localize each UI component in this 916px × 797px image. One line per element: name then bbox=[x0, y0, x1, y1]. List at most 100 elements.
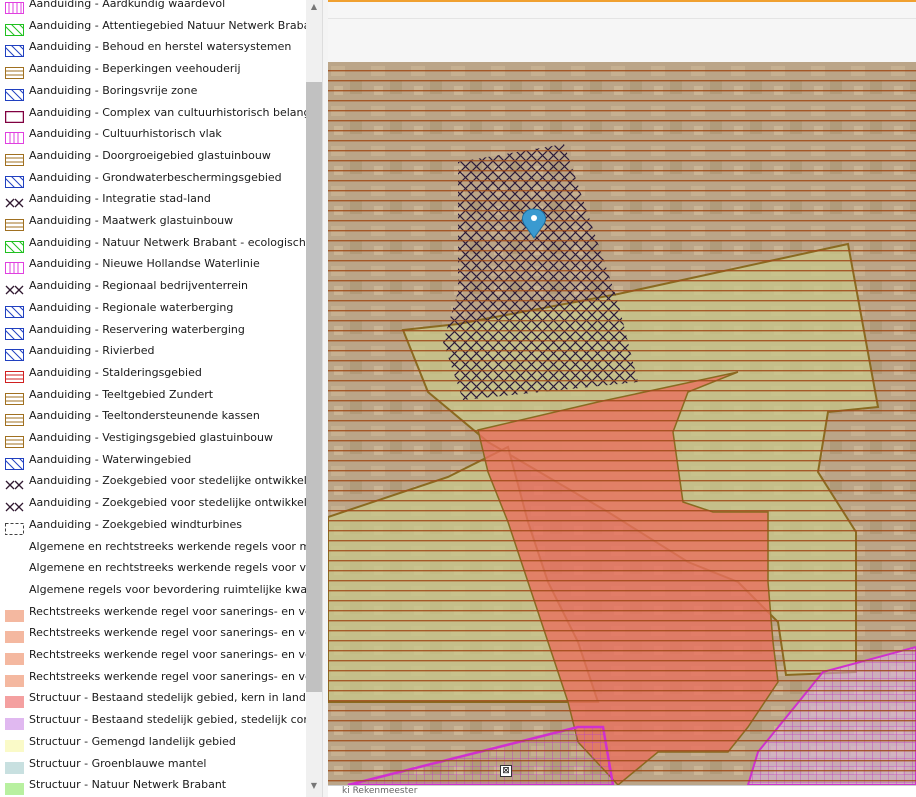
legend-item-label: Structuur - Groenblauwe mantel bbox=[29, 756, 207, 770]
legend-item[interactable]: Aanduiding - Regionaal bedrijventerrein bbox=[0, 276, 306, 298]
legend-symbol-icon bbox=[5, 759, 24, 774]
legend-item-label: Rechtstreeks werkende regel voor sanerin… bbox=[29, 669, 306, 683]
legend-item-label: Aanduiding - Grondwaterbeschermingsgebie… bbox=[29, 170, 282, 184]
legend-item[interactable]: Aanduiding - Waterwingebied bbox=[0, 450, 306, 472]
legend-symbol-icon bbox=[5, 693, 24, 709]
legend-item[interactable]: Aanduiding - Vestigingsgebied glastuinbo… bbox=[0, 428, 306, 450]
legend-item-label: Aanduiding - Teeltondersteunende kassen bbox=[29, 409, 260, 423]
legend-item[interactable]: Structuur - Bestaand stedelijk gebied, k… bbox=[0, 688, 306, 710]
legend-item-label: Structuur - Natuur Netwerk Brabant bbox=[29, 778, 227, 792]
legend-item[interactable]: Structuur - Groenblauwe mantel bbox=[0, 754, 306, 776]
legend-item-label: Algemene regels voor bevordering ruimtel… bbox=[29, 582, 306, 596]
legend-item[interactable]: Aanduiding - Beperkingen veehouderij bbox=[0, 59, 306, 81]
legend-symbol-icon bbox=[5, 194, 24, 208]
legend-item[interactable]: Aanduiding - Cultuurhistorisch vlak bbox=[0, 124, 306, 146]
legend-item[interactable]: Aanduiding - Grondwaterbeschermingsgebie… bbox=[0, 168, 306, 190]
legend-item-label: Algemene en rechtstreeks werkende regels… bbox=[29, 561, 306, 575]
legend-symbol-icon bbox=[5, 433, 24, 448]
legend-symbol-icon bbox=[5, 390, 24, 405]
legend-item[interactable]: Aanduiding - Maatwerk glastuinbouw bbox=[0, 211, 306, 233]
legend-item-label: Aanduiding - Stalderingsgebied bbox=[29, 365, 202, 379]
legend-symbol-icon bbox=[5, 563, 24, 575]
legend-item[interactable]: Rechtstreeks werkende regel voor sanerin… bbox=[0, 623, 306, 645]
legend-item-label: Aanduiding - Doorgroeigebied glastuinbou… bbox=[29, 148, 271, 162]
legend-symbol-icon bbox=[5, 780, 24, 796]
legend-item[interactable]: Aanduiding - Zoekgebied voor stedelijke … bbox=[0, 493, 306, 515]
legend-item-label: Aanduiding - Vestigingsgebied glastuinbo… bbox=[29, 431, 274, 444]
legend-item-label: Structuur - Bestaand stedelijk gebied, s… bbox=[29, 713, 306, 727]
legend-item-label: Structuur - Gemengd landelijk gebied bbox=[29, 734, 236, 748]
legend-item-label: Aanduiding - Zoekgebied voor stedelijke … bbox=[29, 474, 306, 488]
legend-item[interactable]: Aanduiding - Complex van cultuurhistoris… bbox=[0, 103, 306, 125]
legend-symbol-icon bbox=[5, 607, 24, 622]
scroll-up-arrow-icon[interactable]: ▲ bbox=[306, 0, 322, 14]
legend-item[interactable]: Structuur - Gemengd landelijk gebied bbox=[0, 732, 306, 754]
scroll-down-arrow-icon[interactable]: ▼ bbox=[306, 779, 322, 793]
legend-item[interactable]: Algemene regels voor bevordering ruimtel… bbox=[0, 580, 306, 602]
legend-item-label: Aanduiding - Nieuwe Hollandse Waterlinie bbox=[29, 257, 260, 271]
legend-item-label: Rechtstreeks werkende regel voor sanerin… bbox=[29, 626, 306, 640]
legend-item[interactable]: Aanduiding - Zoekgebied windturbines bbox=[0, 515, 306, 537]
scale-toggle-icon[interactable]: ⊠ bbox=[500, 765, 512, 777]
legend-symbol-icon bbox=[5, 368, 24, 383]
legend-item-label: Aanduiding - Beperkingen veehouderij bbox=[29, 62, 241, 76]
legend-item[interactable]: Aanduiding - Rivierbed bbox=[0, 341, 306, 363]
legend-symbol-icon bbox=[5, 737, 24, 752]
legend-item[interactable]: Aanduiding - Natuur Netwerk Brabant - ec… bbox=[0, 233, 306, 255]
legend-item[interactable]: Aanduiding - Teeltgebied Zundert bbox=[0, 385, 306, 407]
legend-symbol-icon bbox=[5, 628, 24, 644]
legend-item[interactable]: Aanduiding - Reservering waterberging bbox=[0, 320, 306, 342]
legend-item[interactable]: Algemene en rechtstreeks werkende regels… bbox=[0, 558, 306, 580]
legend-item[interactable]: Aanduiding - Teeltondersteunende kassen bbox=[0, 406, 306, 428]
legend-symbol-icon bbox=[4, 455, 25, 471]
legend-symbol-icon bbox=[5, 542, 24, 554]
legend-item[interactable]: Aanduiding - Integratie stad-land bbox=[0, 189, 306, 211]
legend-item[interactable]: Rechtstreeks werkende regel voor sanerin… bbox=[0, 667, 306, 689]
legend-item[interactable]: Algemene en rechtstreeks werkende regels… bbox=[0, 537, 306, 559]
map-view[interactable]: ⊠ ki Rekenmeester bbox=[328, 0, 916, 797]
legend-symbol-icon bbox=[4, 21, 25, 37]
legend-item[interactable]: Aanduiding - Stalderingsgebied bbox=[0, 363, 306, 385]
legend-item-label: Aanduiding - Cultuurhistorisch vlak bbox=[29, 127, 222, 141]
map-footer-text: ki Rekenmeester bbox=[342, 786, 418, 796]
legend-item-label: Aanduiding - Regionale waterberging bbox=[29, 300, 234, 314]
legend-symbol-icon bbox=[4, 346, 25, 362]
legend-item-label: Aanduiding - Integratie stad-land bbox=[29, 192, 211, 206]
legend-item[interactable]: Rechtstreeks werkende regel voor sanerin… bbox=[0, 645, 306, 667]
legend-item-label: Algemene en rechtstreeks werkende regels… bbox=[29, 539, 306, 553]
legend-item[interactable]: Aanduiding - Boringsvrije zone bbox=[0, 81, 306, 103]
legend-item[interactable]: Aanduiding - Zoekgebied voor stedelijke … bbox=[0, 471, 306, 493]
legend-symbol-icon bbox=[5, 216, 24, 231]
legend-item-label: Aanduiding - Aardkundig waardevol bbox=[29, 0, 226, 10]
legend-item-label: Aanduiding - Attentiegebied Natuur Netwe… bbox=[29, 18, 306, 32]
legend-item[interactable]: Aanduiding - Attentiegebied Natuur Netwe… bbox=[0, 16, 306, 38]
legend-item[interactable]: Aanduiding - Regionale waterberging bbox=[0, 298, 306, 320]
legend-symbol-icon bbox=[5, 281, 24, 295]
legend-item-label: Aanduiding - Reservering waterberging bbox=[29, 322, 245, 336]
map-pin-dot bbox=[531, 215, 537, 221]
legend-item-label: Aanduiding - Maatwerk glastuinbouw bbox=[29, 214, 234, 227]
legend-item[interactable]: Aanduiding - Behoud en herstel watersyst… bbox=[0, 37, 306, 59]
legend-item-label: Aanduiding - Teeltgebied Zundert bbox=[29, 387, 214, 401]
legend-symbol-icon bbox=[5, 129, 24, 145]
legend-item[interactable]: Rechtstreeks werkende regel voor sanerin… bbox=[0, 602, 306, 624]
legend-symbol-icon bbox=[5, 259, 24, 275]
legend-item-label: Structuur - Bestaand stedelijk gebied, k… bbox=[29, 691, 306, 705]
legend-symbol-icon bbox=[4, 303, 25, 319]
legend-symbol-icon bbox=[5, 650, 24, 665]
legend-item-label: Aanduiding - Waterwingebied bbox=[29, 452, 192, 466]
legend-item-label: Aanduiding - Natuur Netwerk Brabant - ec… bbox=[29, 235, 306, 249]
legend-item[interactable]: Aanduiding - Aardkundig waardevol bbox=[0, 0, 306, 16]
legend-item-label: Rechtstreeks werkende regel voor sanerin… bbox=[29, 604, 306, 618]
legend-item[interactable]: Aanduiding - Doorgroeigebied glastuinbou… bbox=[0, 146, 306, 168]
legend-symbol-icon bbox=[5, 64, 24, 80]
legend-item[interactable]: Structuur - Natuur Netwerk Brabant bbox=[0, 775, 306, 797]
legend-symbol-icon bbox=[4, 325, 25, 340]
legend-symbol-icon bbox=[5, 715, 24, 731]
legend-item[interactable]: Aanduiding - Nieuwe Hollandse Waterlinie bbox=[0, 254, 306, 276]
map-canvas[interactable] bbox=[328, 62, 916, 785]
legend-scroll-thumb[interactable] bbox=[306, 82, 322, 692]
legend-symbol-icon bbox=[5, 151, 24, 166]
legend-item[interactable]: Structuur - Bestaand stedelijk gebied, s… bbox=[0, 710, 306, 732]
legend-symbol-icon bbox=[4, 108, 25, 123]
